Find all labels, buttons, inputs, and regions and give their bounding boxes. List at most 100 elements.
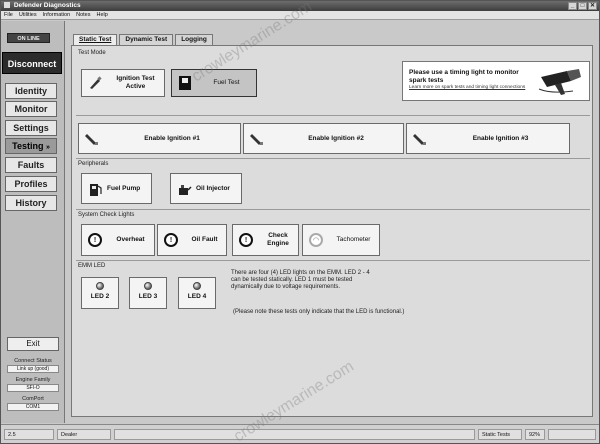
led-3-label: LED 3 xyxy=(138,293,158,300)
fuel-test-button[interactable]: Fuel Test xyxy=(171,69,257,97)
check-engine-button[interactable]: ! Check Engine xyxy=(232,224,299,256)
menu-bar: File Utilities Information Notes Help xyxy=(1,11,599,20)
timing-light-help-link[interactable]: Learn more on spark tests and timing lig… xyxy=(409,85,529,90)
fuel-pump-icon xyxy=(177,75,193,91)
maximize-button[interactable]: □ xyxy=(578,2,587,10)
window-title: Defender Diagnostics xyxy=(13,2,81,9)
divider xyxy=(76,260,590,261)
engine-family-value: SFI-O xyxy=(7,384,59,392)
tab-static-test[interactable]: Static Test xyxy=(73,34,118,45)
nav-testing-label: Testing xyxy=(12,141,44,151)
oil-can-icon xyxy=(176,181,192,197)
warning-light-icon: ! xyxy=(87,232,103,248)
status-page: 2.5 xyxy=(4,429,54,440)
tachometer-label: Tachometer xyxy=(336,236,371,243)
led-indicator xyxy=(96,282,104,290)
menu-notes[interactable]: Notes xyxy=(76,11,90,19)
ignition-test-button[interactable]: Ignition Test Active xyxy=(81,69,165,97)
spark-plug-icon xyxy=(249,131,265,147)
spark-plug-icon xyxy=(87,75,103,91)
comport-value: COM1 xyxy=(7,403,59,411)
app-window: Defender Diagnostics _ □ ✕ File Utilitie… xyxy=(0,0,600,444)
nav-profiles-button[interactable]: Profiles xyxy=(5,176,57,192)
window-controls: _ □ ✕ xyxy=(568,2,597,10)
nav-testing-button[interactable]: Testing » xyxy=(5,138,57,154)
ignition-test-label: Ignition Test Active xyxy=(116,75,155,90)
led-4-label: LED 4 xyxy=(187,293,207,300)
status-message xyxy=(114,429,475,440)
tab-dynamic-test[interactable]: Dynamic Test xyxy=(119,34,174,45)
nav-settings-button[interactable]: Settings xyxy=(5,120,57,136)
tab-strip: Static Test Dynamic Test Logging xyxy=(73,34,213,45)
menu-help[interactable]: Help xyxy=(97,11,108,19)
peripherals-label: Peripherals xyxy=(78,161,109,167)
enable-ignition-3-button[interactable]: Enable Ignition #3 xyxy=(406,123,570,154)
app-icon xyxy=(4,2,10,8)
led-indicator xyxy=(144,282,152,290)
enable-ignition-3-label: Enable Ignition #3 xyxy=(472,134,529,142)
divider xyxy=(76,158,590,159)
oil-fault-label: Oil Fault xyxy=(191,236,218,243)
comport-label: ComPort xyxy=(22,396,44,402)
enable-ignition-2-label: Enable Ignition #2 xyxy=(308,134,364,142)
disconnect-button[interactable]: Disconnect xyxy=(2,52,62,74)
minimize-button[interactable]: _ xyxy=(568,2,577,10)
warning-light-icon: ! xyxy=(163,232,179,248)
divider xyxy=(76,209,590,210)
nav-faults-button[interactable]: Faults xyxy=(5,157,57,173)
emm-led-disclaimer: (Please note these tests only indicate t… xyxy=(233,309,405,315)
led-2-button[interactable]: LED 2 xyxy=(81,277,119,309)
status-mode: Static Tests xyxy=(478,429,522,440)
menu-information[interactable]: Information xyxy=(43,11,71,19)
emm-led-label: EMM LED xyxy=(78,263,106,269)
timing-light-info: Please use a timing light to monitor spa… xyxy=(402,61,590,101)
nav-monitor-button[interactable]: Monitor xyxy=(5,101,57,117)
spark-plug-icon xyxy=(84,131,100,147)
oil-injector-button[interactable]: Oil Injector xyxy=(170,173,242,204)
timing-light-icon xyxy=(537,67,583,99)
warning-light-icon: ! xyxy=(238,232,254,248)
oil-injector-label: Oil Injector xyxy=(196,184,230,192)
test-mode-label: Test Mode xyxy=(78,50,106,56)
sidebar: ON LINE Disconnect Identity Monitor Sett… xyxy=(1,21,65,423)
exit-button[interactable]: Exit xyxy=(7,337,59,351)
enable-ignition-1-button[interactable]: Enable Ignition #1 xyxy=(78,123,241,154)
static-test-panel: Test Mode Ignition Test Active Fuel Test… xyxy=(71,45,593,417)
tab-logging[interactable]: Logging xyxy=(175,34,213,45)
status-role: Dealer xyxy=(57,429,111,440)
enable-ignition-2-button[interactable]: Enable Ignition #2 xyxy=(243,123,404,154)
timing-light-message: Please use a timing light to monitor spa… xyxy=(409,69,519,84)
system-check-label: System Check Lights xyxy=(78,212,135,218)
fuel-pump-button[interactable]: Fuel Pump xyxy=(81,173,152,204)
tachometer-button[interactable]: ◠ Tachometer xyxy=(302,224,380,256)
connect-status-label: Connect Status xyxy=(14,358,52,364)
status-extra xyxy=(548,429,596,440)
close-button[interactable]: ✕ xyxy=(588,2,597,10)
nav-identity-button[interactable]: Identity xyxy=(5,83,57,99)
status-percent: 92% xyxy=(525,429,545,440)
tachometer-icon: ◠ xyxy=(308,232,324,248)
connect-status-value: Link up (good) xyxy=(7,365,59,373)
status-bar: 2.5 Dealer Static Tests 92% xyxy=(1,424,599,443)
led-indicator xyxy=(193,282,201,290)
engine-family-label: Engine Family xyxy=(15,377,51,383)
led-4-button[interactable]: LED 4 xyxy=(178,277,216,309)
title-bar: Defender Diagnostics _ □ ✕ xyxy=(1,1,599,11)
fuel-pump-icon xyxy=(87,181,103,197)
fuel-test-label: Fuel Test xyxy=(213,79,240,86)
emm-led-description: There are four (4) LED lights on the EMM… xyxy=(231,270,370,290)
menu-file[interactable]: File xyxy=(4,11,13,19)
spark-plug-icon xyxy=(412,131,428,147)
overheat-label: Overheat xyxy=(116,236,145,243)
check-engine-label: Check Engine xyxy=(267,232,289,247)
led-3-button[interactable]: LED 3 xyxy=(129,277,167,309)
overheat-button[interactable]: ! Overheat xyxy=(81,224,155,256)
double-chevron-right-icon: » xyxy=(45,144,50,151)
oil-fault-button[interactable]: ! Oil Fault xyxy=(157,224,227,256)
led-2-label: LED 2 xyxy=(90,293,110,300)
divider xyxy=(76,115,590,116)
nav-history-button[interactable]: History xyxy=(5,195,57,211)
menu-utilities[interactable]: Utilities xyxy=(19,11,37,19)
fuel-pump-label: Fuel Pump xyxy=(107,184,141,192)
online-status-indicator: ON LINE xyxy=(7,33,50,43)
